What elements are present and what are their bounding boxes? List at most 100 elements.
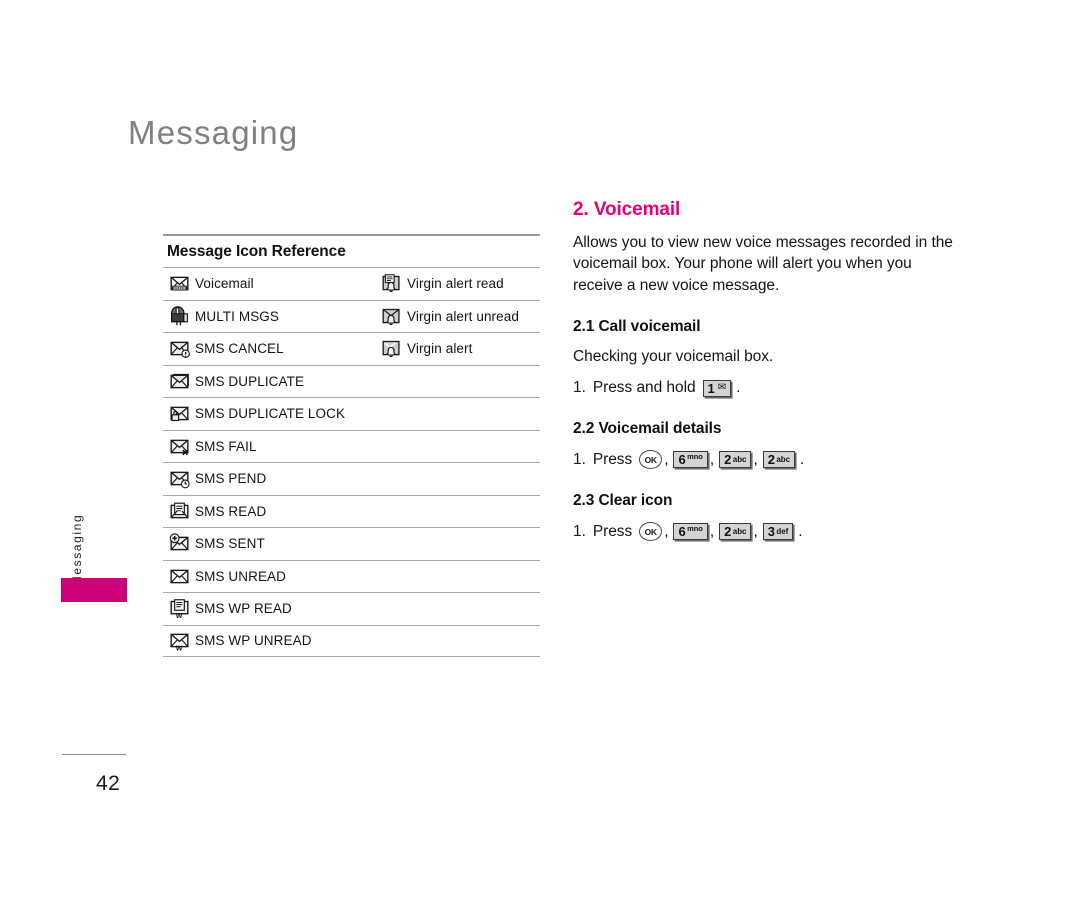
envelope-unread-icon <box>163 566 195 587</box>
table-cell-label: Voicemail <box>195 276 254 292</box>
step-verb: Press <box>592 450 633 468</box>
step-number: 1. <box>573 379 586 397</box>
folio-divider <box>62 754 126 755</box>
key-6[interactable]: 6 mno <box>673 523 708 541</box>
table-row: SMS DUPLICATE <box>163 364 540 398</box>
side-tab-label: Messaging <box>70 513 84 587</box>
table-cell-label: SMS PEND <box>195 471 267 487</box>
step-number: 1. <box>573 522 586 540</box>
envelope-wp-unread-icon: W <box>163 630 195 651</box>
table-cell-right: Virgin alert read <box>375 268 540 300</box>
table-cell-left: SMS CANCEL <box>163 333 375 365</box>
article-heading: 2. Voicemail <box>573 199 681 220</box>
table-cell-left: SMS DUPLICATE LOCK <box>163 398 375 430</box>
envelope-icon: ✉ <box>717 382 727 394</box>
table-row: SMS FAIL <box>163 429 540 463</box>
key-digit: 1 <box>707 380 715 396</box>
table-cell-right <box>375 528 540 560</box>
table-cell-right <box>375 463 540 495</box>
envelope-bell-alert-icon <box>375 338 407 359</box>
key-6[interactable]: 6 mno <box>673 451 708 469</box>
step-item: 1. Press OK, 6 mno, 2 abc, 3 def. <box>573 522 953 542</box>
key-ok[interactable]: OK <box>639 522 663 542</box>
table-cell-left: SMS PEND <box>163 463 375 495</box>
key-2[interactable]: 2 abc <box>719 451 752 469</box>
table-cell-left: SMS FAIL <box>163 431 375 463</box>
key-letters: abc <box>776 454 791 464</box>
step-verb: Press <box>592 522 633 540</box>
table-cell-label: SMS WP UNREAD <box>195 633 312 649</box>
table-cell-left: SMS SENT <box>163 528 375 560</box>
envelope-bell-read-icon <box>375 273 407 294</box>
article-voicemail: 2. Voicemail Allows you to view new voic… <box>573 199 953 564</box>
table-cell-left: Voicemail <box>163 268 375 300</box>
table-cell-left: MULTI MSGS <box>163 301 375 333</box>
table-cell-left: SMS READ <box>163 496 375 528</box>
table-row: SMS SENT <box>163 527 540 560</box>
table-cell-left: SMS UNREAD <box>163 561 375 593</box>
side-tab-color-block <box>61 578 127 602</box>
table-row: SMS DUPLICATE LOCK <box>163 397 540 430</box>
key-1[interactable]: 1 ✉ <box>702 379 732 397</box>
envelope-cancel-icon <box>163 338 195 359</box>
envelope-duplicate-icon <box>163 371 195 392</box>
key-digit: 3 <box>767 524 775 540</box>
table-cell-label: Virgin alert unread <box>407 308 519 324</box>
table-cell-label: SMS READ <box>195 503 267 519</box>
table-body: Voicemail Virgin alert read MULTI MSGS Virg… <box>163 267 540 657</box>
envelope-read-icon <box>163 501 195 522</box>
key-3[interactable]: 3 def <box>762 523 794 541</box>
table-cell-right <box>375 366 540 398</box>
key-separator: , <box>753 450 758 468</box>
key-letters: abc <box>732 454 747 464</box>
key-separator: , <box>709 522 715 540</box>
step-period: . <box>736 379 741 397</box>
table-cell-label: SMS UNREAD <box>195 568 287 584</box>
envelope-fail-icon <box>163 436 195 457</box>
table-cell-right <box>375 496 540 528</box>
step-item: 1. Press and hold 1 ✉. <box>573 379 953 397</box>
page-title: Messaging <box>128 114 299 151</box>
table-row: W SMS WP READ <box>163 592 540 625</box>
table-cell-right <box>375 561 540 593</box>
article-sections: 2.1 Call voicemail Checking your voicemai… <box>573 318 953 542</box>
svg-text:W: W <box>175 646 182 651</box>
table-cell-label: Virgin alert <box>407 341 473 357</box>
table-cell-right: Virgin alert unread <box>375 301 540 333</box>
key-digit: 6 <box>678 524 686 540</box>
key-2[interactable]: 2 abc <box>762 451 796 469</box>
envelope-clock-icon <box>163 468 195 489</box>
key-letters: mno <box>687 452 703 462</box>
key-separator: , <box>664 522 669 540</box>
section-heading: 2.3 Clear icon <box>573 492 673 510</box>
table-cell-label: MULTI MSGS <box>195 308 280 324</box>
table-cell-right <box>375 593 540 625</box>
envelope-bell-unread-icon <box>375 306 407 327</box>
table-row: SMS UNREAD <box>163 559 540 593</box>
key-digit: 2 <box>724 524 732 540</box>
table-cell-left: W SMS WP READ <box>163 593 375 625</box>
table-cell-label: Virgin alert read <box>407 276 504 292</box>
table-row: W SMS WP UNREAD <box>163 624 540 657</box>
table-cell-label: SMS WP READ <box>195 601 292 617</box>
table-cell-left: SMS DUPLICATE <box>163 366 375 398</box>
table-row: SMS CANCEL Virgin alert <box>163 332 540 365</box>
table-row: SMS PEND <box>163 462 540 495</box>
table-cell-label: SMS DUPLICATE LOCK <box>195 406 346 422</box>
table-cell-label: SMS FAIL <box>195 438 257 454</box>
table-cell-right <box>375 626 540 657</box>
table-cell-right <box>375 431 540 463</box>
key-2[interactable]: 2 abc <box>719 523 752 541</box>
table-cell-label: SMS DUPLICATE <box>195 373 305 389</box>
key-separator: , <box>753 522 758 540</box>
key-ok[interactable]: OK <box>639 450 663 470</box>
table-cell-label: SMS CANCEL <box>195 341 284 357</box>
key-digit: 2 <box>767 452 775 468</box>
key-separator: , <box>664 450 669 468</box>
step-period: . <box>800 450 805 468</box>
section-heading: 2.2 Voicemail details <box>573 420 722 438</box>
envelope-lock-icon <box>163 403 195 424</box>
section-lead: Checking your voicemail box. <box>573 348 774 366</box>
envelope-voicemail-icon <box>163 273 195 294</box>
table-row: MULTI MSGS Virgin alert unread <box>163 299 540 333</box>
